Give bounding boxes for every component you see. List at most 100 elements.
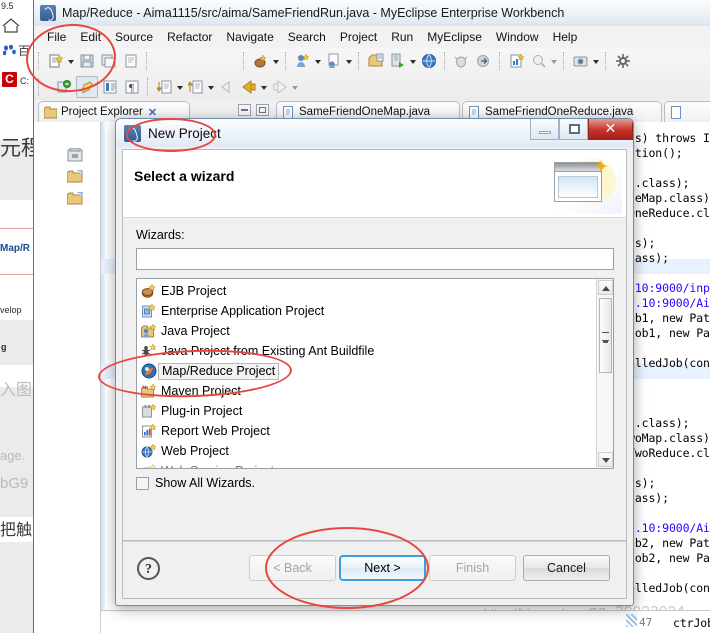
run-server-dropdown-icon[interactable]	[409, 51, 418, 71]
menu-item-run[interactable]: Run	[384, 28, 420, 46]
code-line: job2, new Path(o	[628, 551, 710, 565]
wizards-label: Wizards:	[136, 228, 185, 242]
maximize-button[interactable]	[559, 119, 588, 140]
scroll-up-icon[interactable]	[598, 280, 613, 295]
list-item[interactable]: Plug-in Project	[137, 401, 595, 421]
show-all-wizards-checkbox[interactable]	[136, 476, 149, 490]
new-java-file-icon[interactable]	[324, 51, 344, 71]
search-ref-icon[interactable]	[529, 51, 549, 71]
save-all-icon[interactable]	[99, 51, 119, 71]
code-line: ation();	[628, 146, 683, 160]
new-ejb-icon[interactable]	[251, 51, 271, 71]
back-icon[interactable]	[239, 77, 259, 97]
show-all-wizards-label: Show All Wizards.	[155, 476, 256, 490]
wizard-list[interactable]: EJB Project Enterprise Application Proje…	[136, 278, 614, 469]
camera-icon[interactable]	[571, 51, 591, 71]
camera-dropdown-icon[interactable]	[592, 51, 601, 71]
next-button[interactable]: Next >	[339, 555, 426, 581]
list-item-label: EJB Project	[161, 283, 227, 298]
run-server-icon[interactable]	[388, 51, 408, 71]
list-item[interactable]: Web Project	[137, 441, 595, 461]
tab-overflow[interactable]	[664, 101, 710, 122]
filter-field-wrap[interactable]	[136, 248, 614, 270]
explorer-node-folder-2[interactable]	[66, 191, 83, 206]
scrollbar-vertical[interactable]	[596, 279, 613, 468]
last-edit-location-icon[interactable]	[217, 77, 237, 97]
save-icon[interactable]	[77, 51, 97, 71]
debug-icon[interactable]	[452, 51, 472, 71]
maximize-view-icon[interactable]	[256, 104, 269, 116]
list-item[interactable]: Web Service Project	[137, 461, 595, 468]
show-all-wizards-row[interactable]: Show All Wizards.	[136, 476, 255, 490]
baidu-paw-icon	[3, 45, 16, 56]
scroll-down-icon[interactable]	[598, 452, 613, 467]
new-report-icon[interactable]	[507, 51, 527, 71]
new-wizard-icon[interactable]	[46, 51, 66, 71]
close-icon[interactable]: ✕	[148, 106, 157, 119]
new-java-class-dropdown-icon[interactable]	[314, 51, 323, 71]
new-project-dialog[interactable]: New Project ✕ Select a wizard ✦ Wizards:	[115, 118, 634, 606]
run-last-icon[interactable]	[474, 51, 494, 71]
ant-buildfile-icon	[141, 343, 157, 359]
new-java-class-icon[interactable]	[293, 51, 313, 71]
menu-item-search[interactable]: Search	[281, 28, 333, 46]
new-ejb-dropdown-icon[interactable]	[272, 51, 281, 71]
strip-label-mapr: Map/R	[0, 243, 30, 254]
minimize-view-icon[interactable]	[238, 104, 251, 116]
next-annotation-dropdown-icon[interactable]	[176, 77, 185, 97]
menu-item-window[interactable]: Window	[489, 28, 546, 46]
print-icon[interactable]	[121, 51, 141, 71]
explorer-node-project[interactable]	[67, 147, 83, 162]
list-item[interactable]: Report Web Project	[137, 421, 595, 441]
menu-item-myeclipse[interactable]: MyEclipse	[420, 28, 489, 46]
external-tools-icon[interactable]	[613, 51, 633, 71]
cancel-button[interactable]: Cancel	[523, 555, 610, 581]
browser-globe-icon[interactable]	[419, 51, 439, 71]
menu-item-navigate[interactable]: Navigate	[219, 28, 280, 46]
forward-icon[interactable]	[270, 77, 290, 97]
toolbar-separator	[499, 52, 502, 70]
prev-annotation-dropdown-icon[interactable]	[207, 77, 216, 97]
list-item[interactable]: EJB Project	[137, 281, 595, 301]
new-java-file-dropdown-icon[interactable]	[345, 51, 354, 71]
minimize-button[interactable]	[530, 119, 559, 140]
home-icon	[2, 18, 20, 33]
list-item-map-reduce-project[interactable]: Map/Reduce Project	[137, 361, 595, 381]
menu-item-edit[interactable]: Edit	[73, 28, 108, 46]
code-line: neMap.class);	[628, 191, 710, 205]
window-controls: ✕	[530, 119, 633, 140]
toggle-highlight-icon[interactable]	[76, 76, 98, 98]
menu-item-source[interactable]: Source	[108, 28, 160, 46]
code-line: job1, new Path(o	[628, 326, 710, 340]
list-item[interactable]: Java Project	[137, 321, 595, 341]
list-item-label: Report Web Project	[161, 423, 270, 438]
forward-dropdown-icon[interactable]	[291, 77, 300, 97]
menu-item-help[interactable]: Help	[546, 28, 585, 46]
menu-item-file[interactable]: File	[40, 28, 73, 46]
list-item[interactable]: Java Project from Existing Ant Buildfile	[137, 341, 595, 361]
back-dropdown-icon[interactable]	[260, 77, 269, 97]
finish-button[interactable]: Finish	[429, 555, 516, 581]
list-item[interactable]: Enterprise Application Project	[137, 301, 595, 321]
menu-item-project[interactable]: Project	[333, 28, 384, 46]
help-button[interactable]: ?	[137, 557, 160, 580]
refresh-icon[interactable]	[54, 77, 74, 97]
project-explorer-pane[interactable]	[34, 122, 101, 633]
code-line: n.class);	[628, 176, 690, 190]
list-item[interactable]: Maven Project	[137, 381, 595, 401]
search-input[interactable]	[137, 249, 613, 269]
deploy-icon[interactable]	[366, 51, 386, 71]
close-button[interactable]: ✕	[588, 119, 633, 140]
block-selection-icon[interactable]	[100, 77, 120, 97]
code-line: 9.10:9000/Aimapu	[628, 296, 710, 310]
scrollbar-thumb[interactable]	[599, 298, 612, 373]
new-wizard-dropdown-icon[interactable]	[67, 51, 76, 71]
back-button[interactable]: < Back	[249, 555, 336, 581]
show-whitespace-icon[interactable]: ¶	[122, 77, 142, 97]
next-annotation-icon[interactable]	[155, 77, 175, 97]
menu-item-refactor[interactable]: Refactor	[160, 28, 219, 46]
explorer-node-folder-1[interactable]	[66, 169, 83, 184]
strip-label-version: 9.5	[1, 1, 14, 11]
prev-annotation-icon[interactable]	[186, 77, 206, 97]
search-ref-dropdown-icon[interactable]	[550, 51, 559, 71]
